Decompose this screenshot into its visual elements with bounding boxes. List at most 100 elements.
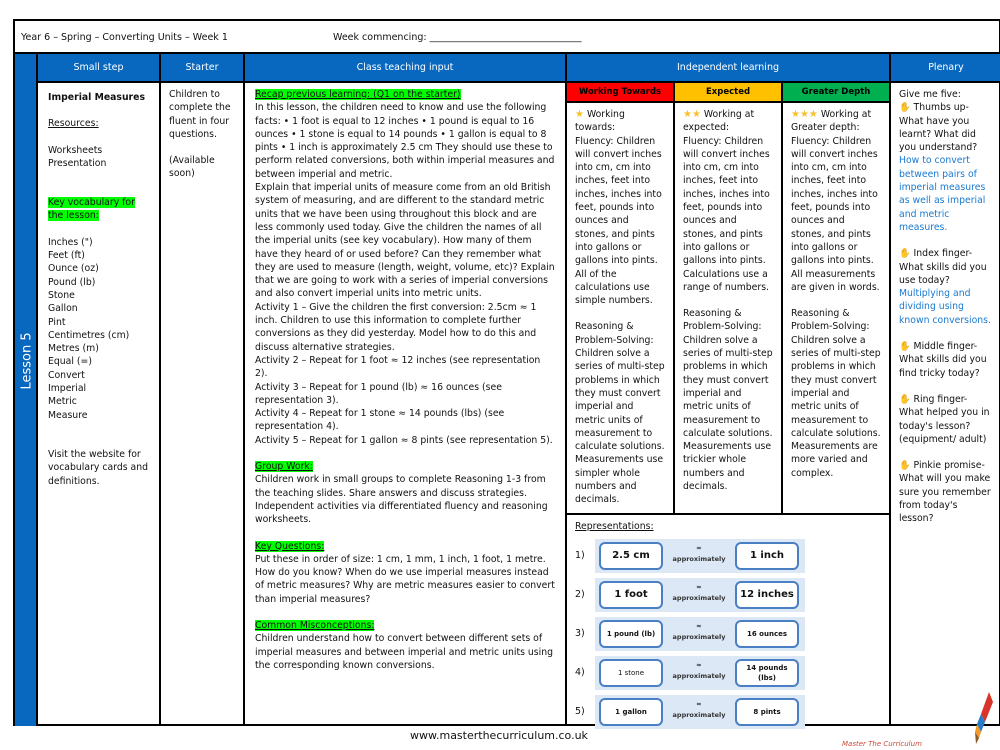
header-class-teaching: Class teaching input [245,54,567,81]
website-link[interactable]: www.masterthecurriculum.co.uk [410,729,588,742]
header-small-step: Small step [38,54,161,81]
approx-symbol: ≈ approximately [672,544,726,563]
representation-row: 4) 1 stone ≈ approximately 14 pounds (lbs… [575,656,805,692]
plenary-item: ✋ Thumbs up- What have you learnt? What … [899,101,993,234]
representation-row: 2) 1 foot ≈ approximately 12 inches [575,578,805,614]
recap-label: Recap previous learning: (Q1 on the star… [255,89,461,100]
star-icon: ★ [575,109,584,120]
plenary-prompt: Thumbs up- What have you learnt? What di… [899,102,978,154]
level-expected: ★★ Working at expected: Fluency: Childre… [675,103,783,513]
explain-text: Explain that imperial units of measure c… [255,182,555,300]
title-row: Year 6 – Spring – Converting Units – Wee… [15,21,1000,54]
resources-label: Resources: [48,118,99,130]
group-work-text: Children work in small groups to complet… [255,474,548,526]
rep-left-value: 1 foot [599,581,663,609]
vocab-item: Inches (") [48,236,93,248]
independent-learning-column: Working Towards Expected Greater Depth ★… [567,83,891,729]
level-greater-depth: ★★★ Working at Greater depth: Fluency: C… [783,103,889,513]
band-expected: Expected [675,83,783,101]
hand-icon: ✋ [899,393,911,405]
star-icon: ★★ [683,109,701,120]
lesson-plan: Year 6 – Spring – Converting Units – Wee… [13,19,1000,729]
activity-item: Activity 4 – Repeat for 1 stone ≈ 14 pou… [255,408,505,433]
header-starter: Starter [161,54,245,81]
recap-text: In this lesson, the children need to kno… [255,102,555,180]
hand-icon: ✋ [899,102,911,114]
small-step-column: Imperial Measures Resources: Worksheets … [38,83,161,726]
group-work-label: Group Work: [255,461,313,473]
visit-note: Visit the website for vocabulary cards a… [48,448,149,487]
vocab-item: Convert [48,369,85,381]
approx-symbol: ≈ approximately [672,700,726,719]
plenary-prompt: Middle finger- What skills did you find … [899,341,987,379]
level-working-towards: ★ Working towards: Fluency: Children wil… [567,103,675,513]
class-teaching-column: Recap previous learning: (Q1 on the star… [245,83,567,726]
misconceptions-text: Children understand how to convert betwe… [255,633,554,671]
plenary-item: ✋ Pinkie promise- What will you make sur… [899,459,993,525]
level-band-row: Working Towards Expected Greater Depth [567,83,889,103]
approx-symbol: ≈ approximately [672,661,726,680]
header-plenary: Plenary [928,62,964,73]
key-questions-text: Put these in order of size: 1 cm, 1 mm, … [255,553,555,605]
rep-right-value: 12 inches [735,581,799,609]
rep-right-value: 16 ounces [735,620,799,648]
level-reasoning: Reasoning & Problem-Solving: Children so… [683,308,773,493]
vocab-item: Imperial [48,383,87,395]
small-step-title: Imperial Measures [48,92,145,103]
rep-left-value: 1 pound (lb) [599,620,663,648]
activity-item: Activity 3 – Repeat for 1 pound (lb) ≈ 1… [255,381,502,406]
vocab-item: Metric [48,396,77,408]
starter-note: (Available soon) [169,155,215,180]
key-questions-label: Key Questions: [255,540,325,552]
plenary-column: Give me five: ✋ Thumbs up- What have you… [891,83,1000,726]
lesson-strip: Lesson 5 [15,54,38,726]
vocab-item: Measure [48,409,88,421]
plenary-answer: How to convert between pairs of imperial… [899,155,986,233]
representation-row: 1) 2.5 cm ≈ approximately 1 inch [575,539,805,575]
approx-symbol: ≈ approximately [672,583,726,602]
star-icon: ★★★ [791,109,818,120]
rep-number: 1) [575,550,585,561]
plenary-prompt: Pinkie promise- What will you make sure … [899,460,991,525]
rep-left-value: 1 stone [599,659,663,687]
activity-item: Activity 5 – Repeat for 1 gallon ≈ 8 pin… [255,434,553,446]
plenary-prompt: Ring finger- What helped you in today's … [899,393,990,445]
rep-left-value: 1 gallon [599,698,663,726]
resource-item: Presentation [48,157,107,169]
approx-symbol: ≈ approximately [672,622,726,641]
level-fluency: Fluency: Children will convert inches in… [791,135,880,293]
activity-item: Activity 2 – Repeat for 1 foot ≈ 12 inch… [255,354,541,380]
lesson-label: Lesson 5 [19,332,35,390]
plenary-answer: Multiplying and dividing using known con… [899,288,991,326]
vocab-item: Pint [48,316,66,328]
representation-row: 5) 1 gallon ≈ approximately 8 pints [575,695,805,731]
header-independent: Independent learning [567,54,891,81]
plenary-intro: Give me five: [899,89,961,100]
rep-number: 3) [575,628,585,639]
misconceptions-label: Common Misconceptions: [255,619,375,631]
rep-right-value: 14 pounds (lbs) [735,659,799,687]
vocab-item: Pound (lb) [48,276,96,288]
week-commencing: Week commencing: _______________________… [333,32,582,43]
representation-row: 3) 1 pound (lb) ≈ approximately 16 ounces [575,617,805,653]
vocab-list: Inches (") Feet (ft) Ounce (oz) Pound (l… [48,236,149,422]
hand-icon: ✋ [899,248,911,260]
vocab-item: Gallon [48,303,78,315]
starter-column: Children to complete the fluent in four … [161,83,245,726]
rep-number: 4) [575,667,585,678]
activity-item: Activity 1 – Give the children the first… [255,301,537,353]
vocab-item: Feet (ft) [48,250,85,262]
representations: Representations: 1) 2.5 cm ≈ approximatel… [567,513,889,729]
vocab-item: Stone [48,289,75,301]
plenary-item: ✋ Index finger- What skills did you use … [899,247,993,327]
starter-text: Children to complete the fluent in four … [169,89,231,140]
band-working-towards: Working Towards [567,83,675,101]
representations-label: Representations: [575,521,654,532]
hand-icon: ✋ [899,460,911,472]
rep-left-value: 2.5 cm [599,542,663,570]
vocab-item: Centimetres (cm) [48,329,130,341]
vocab-item: Equal (=) [48,356,92,368]
hand-icon: ✋ [899,341,911,353]
brand-logo-text: Master The Curriculum [842,740,922,748]
plenary-prompt: Index finger- What skills did you use to… [899,248,987,286]
